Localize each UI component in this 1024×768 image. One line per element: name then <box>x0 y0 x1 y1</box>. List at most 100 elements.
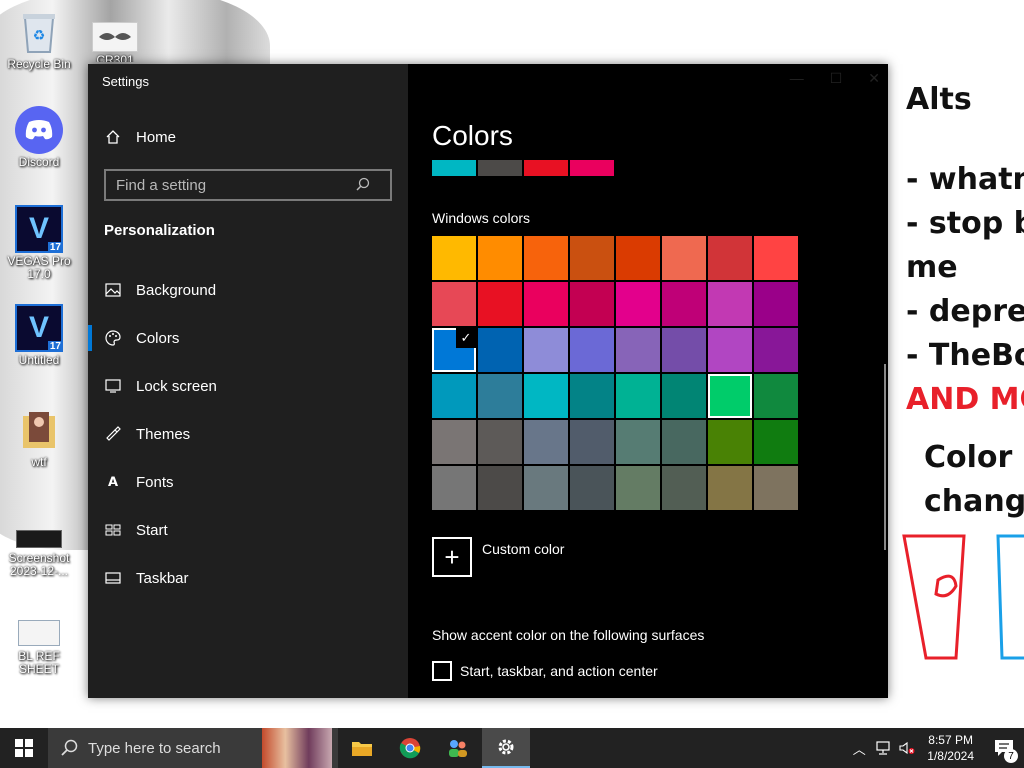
color-swatch[interactable] <box>432 236 476 280</box>
color-swatch[interactable] <box>754 420 798 464</box>
color-swatch[interactable] <box>708 328 752 372</box>
color-swatch[interactable] <box>754 466 798 510</box>
color-swatch[interactable] <box>616 466 660 510</box>
chevron-up-icon[interactable]: ︿ <box>847 739 871 758</box>
color-swatch[interactable] <box>478 328 522 372</box>
desktop-icon-screenshot[interactable]: Screenshot 2023-12-... <box>1 528 77 578</box>
color-swatch[interactable] <box>432 282 476 326</box>
nav-label: Lock screen <box>136 377 217 395</box>
color-swatch[interactable] <box>432 466 476 510</box>
nav-themes[interactable]: Themes <box>88 413 408 455</box>
nav-taskbar[interactable]: Taskbar <box>88 557 408 599</box>
taskbar-search-box[interactable]: Type here to search <box>48 728 338 768</box>
color-swatch[interactable] <box>708 374 752 418</box>
color-swatch[interactable] <box>662 374 706 418</box>
doodle-text: - depre <box>906 294 1024 329</box>
vegas-pro-icon: V 17 <box>15 205 63 253</box>
color-swatch[interactable] <box>478 374 522 418</box>
color-swatch[interactable] <box>754 282 798 326</box>
custom-color-label: Custom color <box>482 541 565 557</box>
color-swatch[interactable] <box>616 236 660 280</box>
monitor-icon <box>104 377 122 395</box>
desktop-icon-untitled[interactable]: V 17 Untitled <box>1 304 77 367</box>
nav-colors[interactable]: Colors <box>88 317 408 359</box>
nav-home[interactable]: Home <box>88 116 408 158</box>
action-center-button[interactable]: 7 <box>984 739 1024 763</box>
color-swatch[interactable] <box>570 236 614 280</box>
color-swatch[interactable] <box>524 374 568 418</box>
recent-color-swatch[interactable] <box>432 160 476 176</box>
minimize-icon[interactable]: — <box>790 70 804 87</box>
color-swatch[interactable] <box>708 466 752 510</box>
color-swatch[interactable] <box>478 282 522 326</box>
color-swatch[interactable] <box>570 328 614 372</box>
nav-background[interactable]: Background <box>88 269 408 311</box>
color-swatch[interactable] <box>478 420 522 464</box>
color-swatch[interactable] <box>616 420 660 464</box>
taskbar-people-app[interactable] <box>434 728 482 768</box>
color-swatch[interactable] <box>616 328 660 372</box>
nav-fonts[interactable]: 𝗔 Fonts <box>88 461 408 503</box>
cup-drawing-icon <box>902 534 1024 660</box>
desktop-icon-wtf[interactable]: wtf <box>1 406 77 469</box>
color-swatch[interactable] <box>616 374 660 418</box>
desktop-icon-cr301[interactable]: CR301 <box>77 22 153 62</box>
recent-color-swatch[interactable] <box>570 160 614 176</box>
find-setting-search[interactable] <box>104 169 392 201</box>
color-swatch[interactable] <box>662 466 706 510</box>
close-icon[interactable]: ✕ <box>868 70 880 87</box>
color-swatch[interactable] <box>662 328 706 372</box>
maximize-icon[interactable]: ☐ <box>830 70 843 87</box>
recent-color-swatch[interactable] <box>478 160 522 176</box>
desktop-icon-discord[interactable]: Discord <box>1 106 77 169</box>
color-swatch[interactable] <box>662 420 706 464</box>
taskbar-chrome[interactable] <box>386 728 434 768</box>
color-swatch[interactable] <box>432 374 476 418</box>
search-icon <box>61 739 78 756</box>
color-swatch-selected[interactable]: ✓ <box>432 328 476 372</box>
color-swatch[interactable] <box>708 420 752 464</box>
scrollbar[interactable] <box>884 364 886 550</box>
color-swatch[interactable] <box>524 420 568 464</box>
color-swatch[interactable] <box>708 282 752 326</box>
color-swatch[interactable] <box>754 328 798 372</box>
color-swatch[interactable] <box>524 328 568 372</box>
taskbar-settings[interactable] <box>482 728 530 768</box>
color-swatch[interactable] <box>524 282 568 326</box>
color-swatch[interactable] <box>570 282 614 326</box>
folder-icon <box>15 406 63 454</box>
color-swatch[interactable] <box>754 236 798 280</box>
recent-color-swatch[interactable] <box>524 160 568 176</box>
font-icon: 𝗔 <box>107 474 119 489</box>
taskbar-file-explorer[interactable] <box>338 728 386 768</box>
desktop-icon-recycle-bin[interactable]: ♻ Recycle Bin <box>1 8 77 71</box>
color-swatch[interactable] <box>478 466 522 510</box>
start-taskbar-checkbox[interactable] <box>432 661 452 681</box>
custom-color-button[interactable]: + Custom color <box>432 537 564 577</box>
color-swatch[interactable] <box>662 282 706 326</box>
desktop-icon-bl-ref-sheet[interactable]: BL REF SHEET <box>1 618 77 676</box>
color-swatch[interactable] <box>570 466 614 510</box>
color-swatch[interactable] <box>524 236 568 280</box>
clock[interactable]: 8:57 PM 1/8/2024 <box>927 732 974 764</box>
color-swatch[interactable] <box>754 374 798 418</box>
volume-muted-icon[interactable] <box>895 741 919 755</box>
color-swatch[interactable] <box>708 236 752 280</box>
search-input[interactable] <box>106 176 356 194</box>
nav-lock-screen[interactable]: Lock screen <box>88 365 408 407</box>
color-swatch[interactable] <box>662 236 706 280</box>
color-swatch[interactable] <box>616 282 660 326</box>
start-taskbar-checkbox-row[interactable]: Start, taskbar, and action center <box>432 661 658 681</box>
desktop-icon-label: Untitled <box>18 353 60 367</box>
color-swatch[interactable] <box>570 374 614 418</box>
color-swatch[interactable] <box>570 420 614 464</box>
color-swatch[interactable] <box>478 236 522 280</box>
desktop-icon-vegas-pro[interactable]: V 17 VEGAS Pro 17.0 <box>1 205 77 281</box>
network-icon[interactable] <box>871 741 895 755</box>
color-swatch[interactable] <box>524 466 568 510</box>
start-button[interactable] <box>0 728 48 768</box>
color-swatch[interactable] <box>432 420 476 464</box>
accent-surfaces-heading: Show accent color on the following surfa… <box>432 627 705 643</box>
background-drawing-window: Alts - whatm - stop b me - depre - TheBo… <box>888 60 1024 700</box>
nav-start[interactable]: Start <box>88 509 408 551</box>
